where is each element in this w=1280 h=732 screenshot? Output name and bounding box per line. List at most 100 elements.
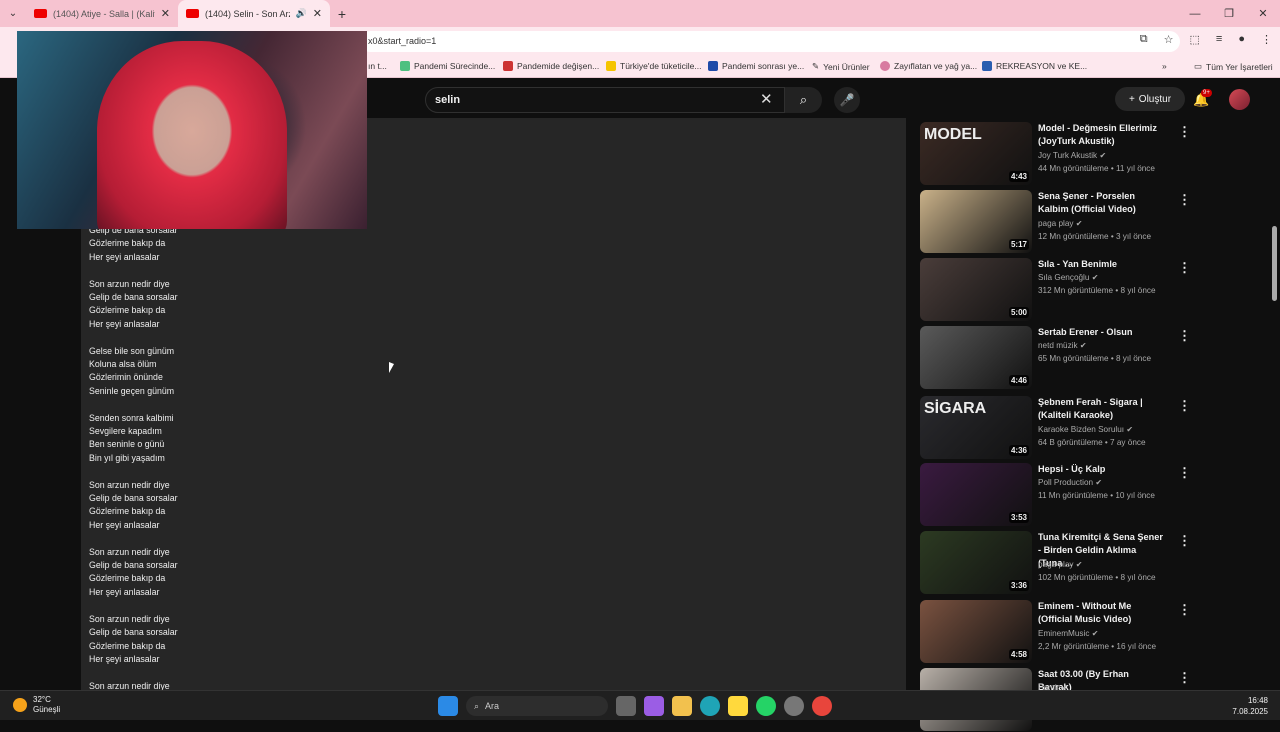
file-explorer-icon[interactable] xyxy=(672,696,692,716)
video-channel[interactable]: netd müzik ✔ xyxy=(1038,340,1087,350)
video-title[interactable]: Hepsi - Üç Kalp xyxy=(1038,463,1163,476)
extensions-icon[interactable]: ⬚ xyxy=(1190,33,1200,46)
video-thumbnail[interactable]: 5:00 xyxy=(920,258,1032,321)
video-title[interactable]: Eminem - Without Me (Official Music Vide… xyxy=(1038,600,1163,626)
tab-search-icon[interactable]: ⌄ xyxy=(0,8,26,19)
media-icon[interactable]: ≡ xyxy=(1216,33,1222,46)
video-channel[interactable]: Joy Turk Akustik ✔ xyxy=(1038,150,1106,160)
all-bookmarks[interactable]: ▭ Tüm Yer İşaretleri xyxy=(1194,61,1273,72)
search-input[interactable]: selin xyxy=(425,87,785,113)
search-icon: ⌕ xyxy=(474,700,480,711)
related-video[interactable]: SİGARA 4:36 Şebnem Ferah - Sigara | (Kalit… xyxy=(920,396,1200,460)
video-title[interactable]: Şebnem Ferah - Sigara | (Kaliteli Karaok… xyxy=(1038,396,1163,422)
related-video[interactable]: 5:00 Sıla - Yan Benimle Sıla Gençoğlu ✔ 312… xyxy=(920,258,1200,322)
scrollbar[interactable] xyxy=(1272,226,1277,301)
video-channel[interactable]: Poll Production ✔ xyxy=(1038,477,1102,487)
create-button[interactable]: + Oluştur xyxy=(1115,87,1185,111)
more-options-icon[interactable]: ⋮ xyxy=(1178,465,1191,481)
video-channel[interactable]: Sıla Gençoğlu ✔ xyxy=(1038,272,1099,282)
video-title[interactable]: Model - Değmesin Ellerimiz (JoyTurk Akus… xyxy=(1038,122,1163,148)
video-channel[interactable]: paga play ✔ xyxy=(1038,559,1083,569)
edge-icon[interactable] xyxy=(700,696,720,716)
more-options-icon[interactable]: ⋮ xyxy=(1178,670,1191,686)
bookmark[interactable]: Türkiye'de tüketicile... xyxy=(606,61,701,71)
bookmark[interactable]: Zayıflatan ve yağ ya... xyxy=(880,61,977,71)
avatar[interactable] xyxy=(1229,89,1250,110)
install-icon[interactable]: ⧉ xyxy=(1140,33,1148,46)
more-options-icon[interactable]: ⋮ xyxy=(1178,124,1191,140)
video-channel[interactable]: EminemMusic ✔ xyxy=(1038,628,1099,638)
restore-icon[interactable]: ❐ xyxy=(1212,0,1246,27)
related-video[interactable]: 3:53 Hepsi - Üç Kalp Poll Production ✔ 11 M… xyxy=(920,463,1200,527)
video-thumbnail[interactable]: MODEL 4:43 xyxy=(920,122,1032,185)
chrome-icon[interactable] xyxy=(812,696,832,716)
bookmark[interactable]: Pandemi sonrası ye... xyxy=(708,61,804,71)
minimize-icon[interactable]: — xyxy=(1178,0,1212,27)
video-thumbnail[interactable]: SİGARA 4:36 xyxy=(920,396,1032,459)
search-button[interactable]: ⌕ xyxy=(785,87,822,113)
lyrics-line: Gözlerime bakıp da xyxy=(89,573,166,584)
tab-atiye[interactable]: (1404) Atiye - Salla | (Kaliteli Ak ✕ xyxy=(26,0,178,27)
related-video[interactable]: MODEL 4:43 Model - Değmesin Ellerimiz (Joy… xyxy=(920,122,1200,186)
video-title[interactable]: Sıla - Yan Benimle xyxy=(1038,258,1163,271)
related-video[interactable]: 3:36 Tuna Kiremitçi & Sena Şener - Birden… xyxy=(920,531,1200,595)
whatsapp-icon[interactable] xyxy=(756,696,776,716)
clear-search-icon[interactable]: ✕ xyxy=(760,90,773,108)
video-thumbnail[interactable]: 5:17 xyxy=(920,190,1032,253)
folder-icon: ▭ xyxy=(1194,61,1203,71)
related-video[interactable]: 4:58 Eminem - Without Me (Official Music … xyxy=(920,600,1200,664)
lyrics-line: Gözlerimin önünde xyxy=(89,372,163,383)
more-options-icon[interactable]: ⋮ xyxy=(1178,602,1191,618)
bookmark[interactable]: REKREASYON ve KE... xyxy=(982,61,1087,71)
video-duration: 4:36 xyxy=(1008,445,1029,456)
video-thumbnail[interactable]: 3:53 xyxy=(920,463,1032,526)
bookmark[interactable]: ✎ Yeni Ürünler xyxy=(812,61,870,72)
close-icon[interactable]: ✕ xyxy=(313,7,322,20)
bookmark[interactable]: Pandemi Sürecinde... xyxy=(400,61,495,71)
taskbar-search[interactable]: ⌕ Ara xyxy=(466,696,608,716)
sun-icon xyxy=(13,698,27,712)
pin-icon: ✎ xyxy=(812,61,820,71)
close-icon[interactable]: ✕ xyxy=(161,7,170,20)
more-options-icon[interactable]: ⋮ xyxy=(1178,328,1191,344)
star-icon[interactable]: ☆ xyxy=(1164,33,1174,46)
related-video[interactable]: 4:46 Sertab Erener - Olsun netd müzik ✔ 65 … xyxy=(920,326,1200,390)
copilot-icon[interactable] xyxy=(644,696,664,716)
mic-icon[interactable]: 🎤 xyxy=(834,87,860,113)
lyrics-line: Ben seninle o günü xyxy=(89,439,165,450)
profile-icon[interactable]: ● xyxy=(1238,33,1245,46)
more-bookmarks-icon[interactable]: » xyxy=(1162,61,1167,71)
video-duration: 5:17 xyxy=(1008,239,1029,250)
video-duration: 4:46 xyxy=(1008,375,1029,386)
video-thumbnail[interactable]: 4:58 xyxy=(920,600,1032,663)
tab-selin[interactable]: (1404) Selin - Son Arzum (V 🔊 ✕ xyxy=(178,0,330,27)
more-options-icon[interactable]: ⋮ xyxy=(1178,398,1191,414)
video-thumbnail[interactable]: 4:46 xyxy=(920,326,1032,389)
speaker-icon[interactable]: 🔊 xyxy=(296,8,307,19)
settings-icon[interactable] xyxy=(784,696,804,716)
clock[interactable]: 16:48 7.08.2025 xyxy=(1232,695,1268,717)
menu-icon[interactable]: ⋮ xyxy=(1261,33,1272,46)
lyrics-line: Her şeyi anlasalar xyxy=(89,318,160,329)
video-title[interactable]: Sertab Erener - Olsun xyxy=(1038,326,1163,339)
more-options-icon[interactable]: ⋮ xyxy=(1178,192,1191,208)
related-video[interactable]: 5:17 Sena Şener - Porselen Kalbim (Offici… xyxy=(920,190,1200,254)
more-options-icon[interactable]: ⋮ xyxy=(1178,260,1191,276)
video-thumbnail[interactable]: 3:36 xyxy=(920,531,1032,594)
video-meta: 12 Mn görüntüleme • 3 yıl önce xyxy=(1038,232,1152,241)
bookmark[interactable]: ın t... xyxy=(368,61,387,71)
lyrics-stanza: Senden sonra kalbimi Sevgilere kapadım Ben… xyxy=(89,412,178,466)
bookmark[interactable]: Pandemide değişen... xyxy=(503,61,599,71)
task-view-icon[interactable] xyxy=(616,696,636,716)
new-tab-button[interactable]: + xyxy=(330,6,354,22)
close-window-icon[interactable]: ✕ xyxy=(1246,0,1280,27)
video-channel[interactable]: paga play ✔ xyxy=(1038,218,1083,228)
url-input[interactable]: x0&start_radio=1 xyxy=(360,31,1180,52)
video-duration: 4:43 xyxy=(1008,171,1029,182)
video-title[interactable]: Sena Şener - Porselen Kalbim (Official V… xyxy=(1038,190,1163,216)
start-icon[interactable] xyxy=(438,696,458,716)
sticky-notes-icon[interactable] xyxy=(728,696,748,716)
more-options-icon[interactable]: ⋮ xyxy=(1178,533,1191,549)
video-meta: 64 B görüntüleme • 7 ay önce xyxy=(1038,438,1146,447)
video-channel[interactable]: Karaoke Bizden Soruluı ✔ xyxy=(1038,424,1133,434)
